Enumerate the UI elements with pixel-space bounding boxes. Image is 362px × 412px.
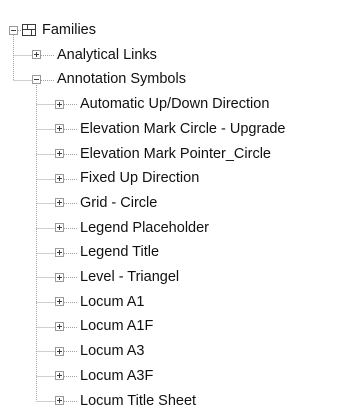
expand-toggle-icon[interactable] — [55, 149, 64, 158]
tree-node-label: Locum A1F — [80, 318, 154, 335]
tree-node-label: Grid - Circle — [80, 194, 158, 211]
expand-toggle-icon[interactable] — [55, 321, 64, 331]
expand-toggle-icon[interactable] — [55, 173, 64, 183]
tree-node-elevation-mark-pointer-circle[interactable]: Elevation Mark Pointer_Circle — [55, 142, 271, 166]
expand-toggle-icon[interactable] — [55, 247, 64, 257]
tree-node-analytical-links[interactable]: Analytical Links — [32, 43, 157, 67]
tree-node-elevation-mark-circle-upgrade[interactable]: Elevation Mark Circle - Upgrade — [55, 117, 286, 141]
tree-node-locum-a3[interactable]: Locum A3 — [55, 339, 145, 363]
tree-node-label: Legend Placeholder — [80, 219, 209, 236]
expand-toggle-icon[interactable] — [55, 124, 64, 134]
tree-node-automatic-up-down-direction[interactable]: Automatic Up/Down Direction — [55, 92, 269, 116]
tree-node-label: Locum A1 — [80, 293, 145, 310]
collapse-toggle-icon[interactable] — [32, 74, 41, 84]
tree-node-annotation-symbols[interactable]: Annotation Symbols — [32, 67, 186, 91]
expand-toggle-icon[interactable] — [32, 50, 41, 60]
tree-node-label: Elevation Mark Circle - Upgrade — [80, 120, 286, 137]
tree-node-grid-circle[interactable]: Grid - Circle — [55, 191, 157, 215]
tree-node-label: Analytical Links — [57, 46, 157, 63]
families-icon — [22, 24, 36, 36]
tree-node-label: Automatic Up/Down Direction — [80, 96, 270, 113]
expand-toggle-icon[interactable] — [55, 272, 64, 282]
tree-node-locum-a1f[interactable]: Locum A1F — [55, 314, 153, 338]
tree-node-label: Fixed Up Direction — [80, 170, 200, 187]
tree-node-legend-placeholder[interactable]: Legend Placeholder — [55, 216, 209, 240]
collapse-toggle-icon[interactable] — [9, 25, 18, 35]
tree-node-label: Locum Title Sheet — [80, 392, 197, 409]
tree-node-locum-a3f[interactable]: Locum A3F — [55, 364, 153, 388]
expand-toggle-icon[interactable] — [55, 223, 64, 233]
expand-toggle-icon[interactable] — [55, 198, 64, 208]
expand-toggle-icon[interactable] — [55, 99, 64, 109]
expand-toggle-icon[interactable] — [55, 346, 64, 356]
project-browser-tree: Families Analytical Links Annotation Symbo… — [0, 0, 362, 412]
tree-node-level-triangel[interactable]: Level - Triangel — [55, 265, 179, 289]
tree-node-label: Level - Triangel — [80, 269, 180, 285]
expand-toggle-icon[interactable] — [55, 297, 64, 307]
tree-node-families[interactable]: Families — [9, 18, 96, 42]
tree-node-label: Locum A3 — [80, 343, 145, 360]
expand-toggle-icon[interactable] — [55, 371, 64, 381]
expand-toggle-icon[interactable] — [55, 396, 64, 405]
tree-node-legend-title[interactable]: Legend Title — [55, 240, 159, 264]
tree-node-fixed-up-direction[interactable]: Fixed Up Direction — [55, 166, 199, 190]
tree-node-locum-a1[interactable]: Locum A1 — [55, 290, 145, 314]
tree-node-label: Legend Title — [80, 244, 160, 261]
tree-node-locum-title-sheet[interactable]: Locum Title Sheet — [55, 389, 196, 412]
tree-node-label: Annotation Symbols — [57, 71, 186, 88]
tree-node-label: Elevation Mark Pointer_Circle — [80, 145, 271, 162]
tree-node-label: Families — [42, 22, 96, 38]
tree-node-label: Locum A3F — [80, 367, 154, 384]
